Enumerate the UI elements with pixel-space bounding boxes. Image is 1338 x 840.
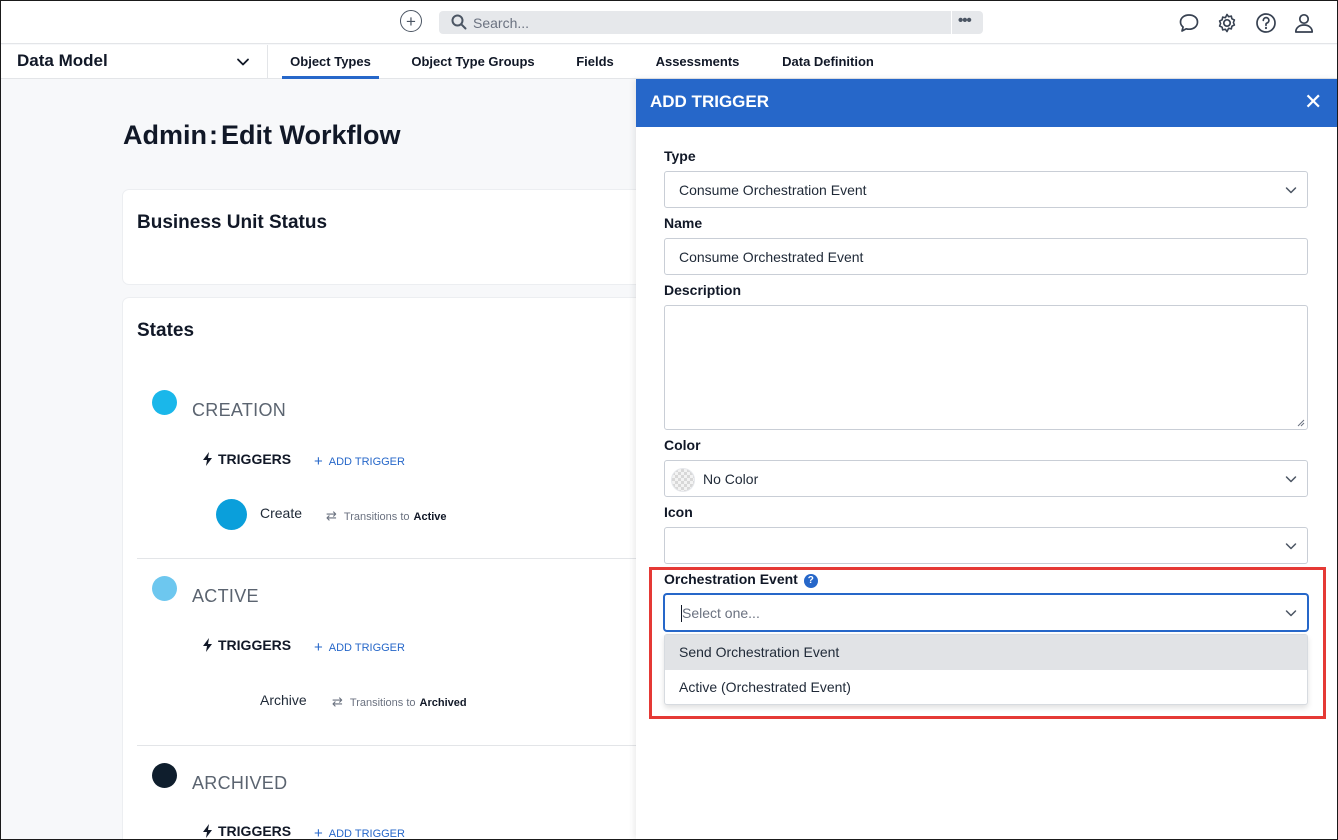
search-icon — [451, 14, 467, 30]
more-options-icon[interactable]: ••• — [958, 11, 972, 31]
chevron-down-icon — [1285, 476, 1297, 483]
icon-select[interactable] — [664, 527, 1308, 564]
tab-object-types[interactable]: Object Types — [282, 45, 379, 79]
panel-header: ADD TRIGGER ✕ — [636, 79, 1337, 127]
name-field[interactable]: Consume Orchestrated Event — [664, 238, 1308, 275]
state-color-dot — [152, 390, 177, 415]
description-field[interactable] — [664, 305, 1308, 430]
transition-info: ⇄ Transitions to Active — [326, 508, 447, 523]
page-title-main: Edit Workflow — [221, 120, 401, 150]
help-icon[interactable] — [1255, 12, 1277, 34]
tab-object-type-groups[interactable]: Object Type Groups — [405, 45, 541, 79]
color-label: Color — [664, 437, 701, 453]
module-selector-label: Data Model — [17, 51, 108, 70]
chevron-down-icon — [1285, 187, 1297, 194]
panel-title: ADD TRIGGER — [650, 92, 769, 111]
dropdown-option[interactable]: Active (Orchestrated Event) — [665, 670, 1307, 705]
transition-arrows-icon: ⇄ — [332, 694, 343, 709]
state-name-archived[interactable]: ARCHIVED — [192, 773, 287, 794]
help-circle-icon[interactable]: ? — [803, 574, 818, 588]
top-bar: + Search... ••• — [0, 0, 1338, 44]
triggers-label: TRIGGERS — [202, 637, 291, 653]
plus-icon: + — [314, 453, 323, 470]
orchestration-event-select[interactable]: Select one... — [664, 594, 1308, 631]
close-icon[interactable]: ✕ — [1304, 91, 1322, 113]
name-label: Name — [664, 215, 703, 231]
trigger-color-dot — [216, 499, 247, 530]
tab-fields[interactable]: Fields — [567, 45, 623, 79]
states-card: States CREATION TRIGGERS + ADD TRIGGER Cr… — [123, 298, 683, 840]
chevron-down-icon — [1285, 610, 1297, 617]
state-name-active[interactable]: ACTIVE — [192, 586, 259, 607]
trigger-name-archive[interactable]: Archive — [260, 692, 307, 708]
workflow-name-card: Business Unit Status — [123, 190, 683, 284]
triggers-label: TRIGGERS — [202, 451, 291, 467]
orchestration-event-label: Orchestration Event? — [664, 571, 818, 588]
trigger-name-create[interactable]: Create — [260, 505, 302, 521]
state-color-dot — [152, 576, 177, 601]
state-color-dot — [152, 763, 177, 788]
transition-arrows-icon: ⇄ — [326, 508, 337, 523]
chevron-down-icon — [237, 58, 249, 66]
module-selector[interactable]: Data Model — [0, 45, 268, 79]
plus-icon: + — [314, 639, 323, 656]
plus-icon: + — [314, 825, 323, 840]
icon-label: Icon — [664, 504, 693, 520]
description-label: Description — [664, 282, 742, 298]
sub-navigation: Data Model Object Types Object Type Grou… — [0, 45, 1338, 79]
chat-icon[interactable] — [1178, 12, 1200, 34]
lightning-icon — [203, 824, 212, 838]
gear-icon[interactable] — [1216, 12, 1238, 34]
tab-assessments[interactable]: Assessments — [649, 45, 746, 79]
page-title-separator: : — [209, 120, 218, 150]
state-divider — [137, 558, 683, 559]
no-color-swatch — [671, 468, 695, 492]
add-trigger-link[interactable]: + ADD TRIGGER — [314, 639, 405, 656]
add-trigger-link[interactable]: + ADD TRIGGER — [314, 825, 405, 840]
state-divider — [137, 745, 683, 746]
workflow-name: Business Unit Status — [137, 212, 328, 233]
color-select[interactable]: No Color — [664, 460, 1308, 497]
type-label: Type — [664, 148, 696, 164]
lightning-icon — [203, 638, 212, 652]
tab-data-definition[interactable]: Data Definition — [772, 45, 884, 79]
search-divider — [951, 11, 952, 34]
transition-target: Active — [413, 511, 447, 523]
search-input[interactable]: Search... — [473, 15, 529, 31]
state-name-creation[interactable]: CREATION — [192, 400, 286, 421]
triggers-label: TRIGGERS — [202, 823, 291, 839]
states-title: States — [137, 320, 195, 341]
orchestration-event-dropdown: Send Orchestration Event Active (Orchest… — [664, 634, 1308, 705]
type-select[interactable]: Consume Orchestration Event — [664, 171, 1308, 208]
transition-target: Archived — [419, 697, 467, 709]
resize-handle-icon[interactable] — [1297, 419, 1305, 427]
color-select-value: No Color — [703, 471, 759, 487]
page-title-prefix: Admin — [123, 120, 207, 150]
add-trigger-link[interactable]: + ADD TRIGGER — [314, 453, 405, 470]
user-icon[interactable] — [1293, 12, 1315, 34]
add-icon[interactable]: + — [400, 10, 422, 32]
search-bar[interactable]: Search... ••• — [439, 11, 983, 34]
type-select-value: Consume Orchestration Event — [679, 182, 867, 198]
name-field-value: Consume Orchestrated Event — [679, 249, 864, 265]
add-trigger-panel: ADD TRIGGER ✕ Type Consume Orchestration… — [636, 79, 1337, 839]
page-title: Admin: Edit Workflow — [123, 120, 401, 151]
chevron-down-icon — [1285, 543, 1297, 550]
orchestration-event-placeholder: Select one... — [682, 605, 760, 621]
dropdown-option[interactable]: Send Orchestration Event — [665, 635, 1307, 670]
transition-info: ⇄ Transitions to Archived — [332, 694, 467, 709]
lightning-icon — [203, 452, 212, 466]
